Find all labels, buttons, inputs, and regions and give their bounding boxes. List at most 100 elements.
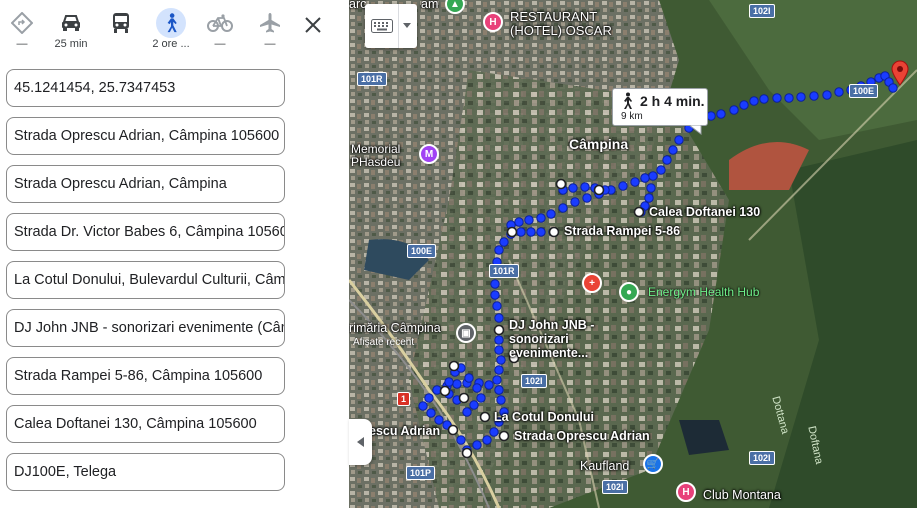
route-dot: [462, 407, 472, 417]
waypoint-input[interactable]: [7, 272, 284, 288]
road-shield: 100E: [849, 84, 879, 98]
waypoint-field[interactable]: [6, 453, 285, 491]
road-shield: 101P: [406, 466, 436, 480]
road-shield: 102I: [602, 480, 628, 494]
gym-pin-icon[interactable]: ●: [619, 282, 639, 302]
map-label-gym[interactable]: Energym Health Hub: [648, 285, 759, 299]
museum-pin-icon[interactable]: M: [419, 144, 439, 164]
route-dot: [456, 435, 466, 445]
waypoint-marker: [633, 206, 645, 218]
waypoint-input[interactable]: [7, 224, 284, 240]
route-dot: [476, 393, 486, 403]
waypoint-input[interactable]: [7, 80, 284, 96]
route-summary-bubble[interactable]: 2 h 4 min. 9 km: [612, 88, 708, 135]
route-dot: [662, 155, 672, 165]
route-dot: [706, 111, 716, 121]
route-dot: [494, 385, 504, 395]
waypoint-marker: [439, 385, 451, 397]
travel-mode-driving[interactable]: 25 min: [49, 8, 93, 54]
route-stop-label: DJ John JNB - sonorizari evenimente...: [509, 318, 595, 360]
route-stop-label: Strada Oprescu Adrian: [514, 429, 650, 443]
route-dot: [568, 183, 578, 193]
road-shield: 102I: [749, 451, 775, 465]
route-stop-label: La Cotul Donului: [494, 410, 594, 424]
map-label-club[interactable]: Club Montana: [703, 488, 781, 502]
route-dot: [729, 105, 739, 115]
route-dot: [524, 215, 534, 225]
route-dot: [496, 395, 506, 405]
waypoint-input[interactable]: [7, 464, 284, 480]
keyboard-icon: [371, 19, 393, 33]
waypoint-field[interactable]: [6, 117, 285, 155]
route-dot: [492, 301, 502, 311]
route-dot: [749, 96, 759, 106]
route-dot: [444, 377, 454, 387]
route-dot: [759, 94, 769, 104]
bubble-pointer: [689, 125, 702, 135]
airplane-icon: [258, 8, 282, 38]
route-dot: [822, 90, 832, 100]
shopping-pin-icon[interactable]: 🛒: [643, 454, 663, 474]
hospital-pin-icon[interactable]: +: [582, 273, 602, 293]
route-dot: [496, 355, 506, 365]
input-tools-button[interactable]: [365, 4, 417, 48]
townhall-pin-icon[interactable]: ▣: [456, 323, 476, 343]
route-dot: [434, 415, 444, 425]
chevron-left-icon: [356, 437, 364, 447]
hotel-pin-icon[interactable]: H: [676, 482, 696, 502]
hotel-pin-icon[interactable]: H: [483, 12, 503, 32]
route-dot: [582, 193, 592, 203]
waypoint-input[interactable]: [7, 368, 284, 384]
waypoint-field[interactable]: [6, 69, 285, 107]
travel-mode-walking[interactable]: 2 ore ...: [149, 8, 193, 54]
waypoint-input[interactable]: [7, 128, 284, 144]
waypoint-field[interactable]: [6, 213, 285, 251]
route-dot: [739, 100, 749, 110]
route-stop-label: escu Adrian: [369, 424, 441, 438]
travel-mode-transit[interactable]: [99, 8, 143, 54]
route-dot: [482, 435, 492, 445]
bicycle-icon: [207, 8, 233, 38]
travel-mode-time: —: [16, 38, 28, 50]
route-dot: [526, 227, 536, 237]
waypoint-field[interactable]: [6, 165, 285, 203]
waypoint-input[interactable]: [7, 176, 284, 192]
destination-pin-icon[interactable]: [891, 60, 909, 91]
route-dot: [494, 365, 504, 375]
map-label-primaria[interactable]: rimăria Câmpina: [349, 321, 441, 335]
route-stop-label: Calea Doftanei 130: [649, 205, 761, 219]
route-dot: [580, 182, 590, 192]
travel-mode-cycling[interactable]: —: [198, 8, 242, 54]
route-dot: [489, 427, 499, 437]
map-label-city: Câmpina: [569, 136, 629, 152]
route-dot: [494, 335, 504, 345]
map-view[interactable]: 101R 101R 100E 100E 102I 102I 102I 102I …: [349, 0, 917, 508]
route-dot: [492, 375, 502, 385]
map-label-cut: arc: [349, 0, 367, 11]
waypoint-field[interactable]: [6, 309, 285, 347]
travel-mode-best-route[interactable]: —: [0, 8, 44, 54]
waypoint-marker: [479, 411, 491, 423]
route-distance: 9 km: [621, 111, 643, 122]
close-directions-button[interactable]: [300, 12, 326, 38]
route-dot: [656, 165, 666, 175]
map-label-kaufland[interactable]: Kaufland: [580, 459, 629, 473]
directions-panel: — 25 min 2 ore ... — —: [0, 0, 349, 508]
bus-icon: [111, 8, 131, 38]
collapse-panel-button[interactable]: [349, 419, 372, 465]
route-dot: [644, 193, 654, 203]
map-label-restaurant[interactable]: RESTAURANT (HOTEL) OSCAR: [510, 10, 620, 38]
waypoint-input[interactable]: [7, 320, 284, 336]
route-dot: [426, 408, 436, 418]
route-dot: [546, 209, 556, 219]
waypoint-input[interactable]: [7, 416, 284, 432]
waypoint-marker: [593, 184, 605, 196]
map-label-memorial[interactable]: Memorial PHasdeu: [351, 143, 415, 169]
route-dot: [490, 279, 500, 289]
travel-mode-flights[interactable]: —: [248, 8, 292, 54]
waypoint-field[interactable]: [6, 261, 285, 299]
waypoint-field[interactable]: [6, 357, 285, 395]
waypoint-field[interactable]: [6, 405, 285, 443]
route-dot: [536, 227, 546, 237]
route-dot: [499, 237, 509, 247]
